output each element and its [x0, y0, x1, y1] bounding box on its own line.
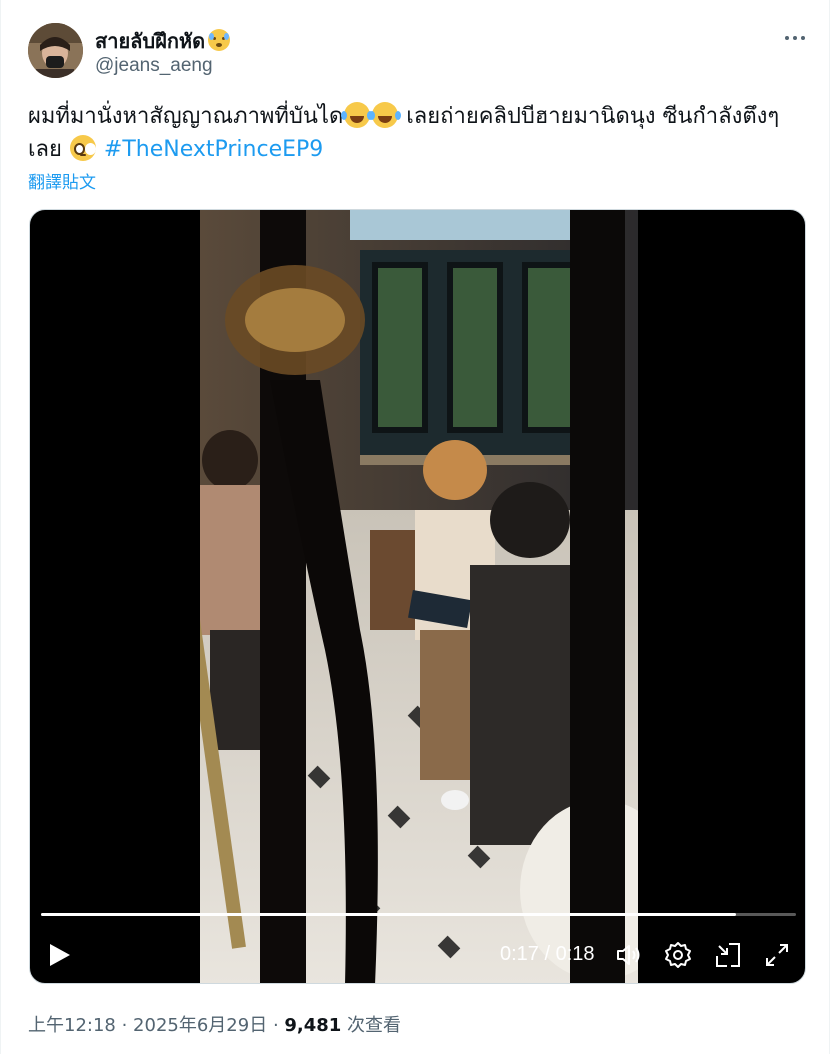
meta-separator: · [267, 1015, 285, 1036]
translate-post-link[interactable]: 翻譯貼文 [28, 168, 96, 193]
play-icon [50, 944, 70, 966]
picture-in-picture-button[interactable] [713, 940, 743, 970]
volume-button[interactable] [614, 940, 644, 970]
video-time-readout: 0:17 / 0:18 [500, 943, 595, 965]
views-count: 9,481 [284, 1015, 342, 1036]
display-name-text: สายลับฝึกหัด [95, 29, 206, 53]
fullscreen-button[interactable] [762, 940, 792, 970]
settings-icon [665, 942, 691, 968]
video-progress-fill [41, 913, 736, 916]
fullscreen-icon [766, 944, 788, 966]
more-dot [801, 36, 805, 40]
face-with-tears-of-joy-icon [341, 102, 371, 128]
more-options-button[interactable] [781, 26, 811, 50]
tweet-text-part1: ผมที่มานั่งหาสัญญาณภาพที่บันได [28, 104, 344, 129]
face-with-tears-icon [208, 29, 231, 51]
play-button[interactable] [46, 940, 74, 970]
more-horizontal-icon [785, 36, 789, 40]
views-label: 次查看 [341, 1015, 402, 1036]
display-name[interactable]: สายลับฝึกหัด [95, 25, 231, 57]
hashtag-link[interactable]: #TheNextPrinceEP9 [104, 137, 323, 162]
tweet-text: ผมที่มานั่งหาสัญญาณภาพที่บันได เลยถ่ายคล… [28, 100, 808, 166]
face-with-tears-of-joy-icon [369, 102, 399, 128]
video-frame [200, 210, 638, 983]
tweet-time[interactable]: 上午12:18 [28, 1015, 116, 1036]
volume-icon [617, 945, 640, 965]
avatar[interactable] [28, 23, 83, 78]
video-player[interactable]: 0:17 / 0:18 [29, 209, 806, 984]
picture-in-picture-icon [716, 943, 740, 967]
more-dot [793, 36, 797, 40]
avatar-image [28, 23, 83, 78]
tweet-meta: 上午12:18 · 2025年6月29日 · 9,481 次查看 [28, 1011, 401, 1037]
tweet-card: สายลับฝึกหัด @jeans_aeng ผมที่มานั่งหาสั… [0, 0, 830, 1054]
video-still-image [200, 210, 638, 983]
pleading-face-icon [69, 135, 96, 161]
tweet-date[interactable]: 2025年6月29日 [133, 1015, 267, 1036]
user-handle[interactable]: @jeans_aeng [95, 55, 213, 77]
settings-button[interactable] [663, 940, 693, 970]
meta-separator: · [115, 1015, 134, 1036]
video-progress-bar[interactable] [41, 913, 796, 916]
